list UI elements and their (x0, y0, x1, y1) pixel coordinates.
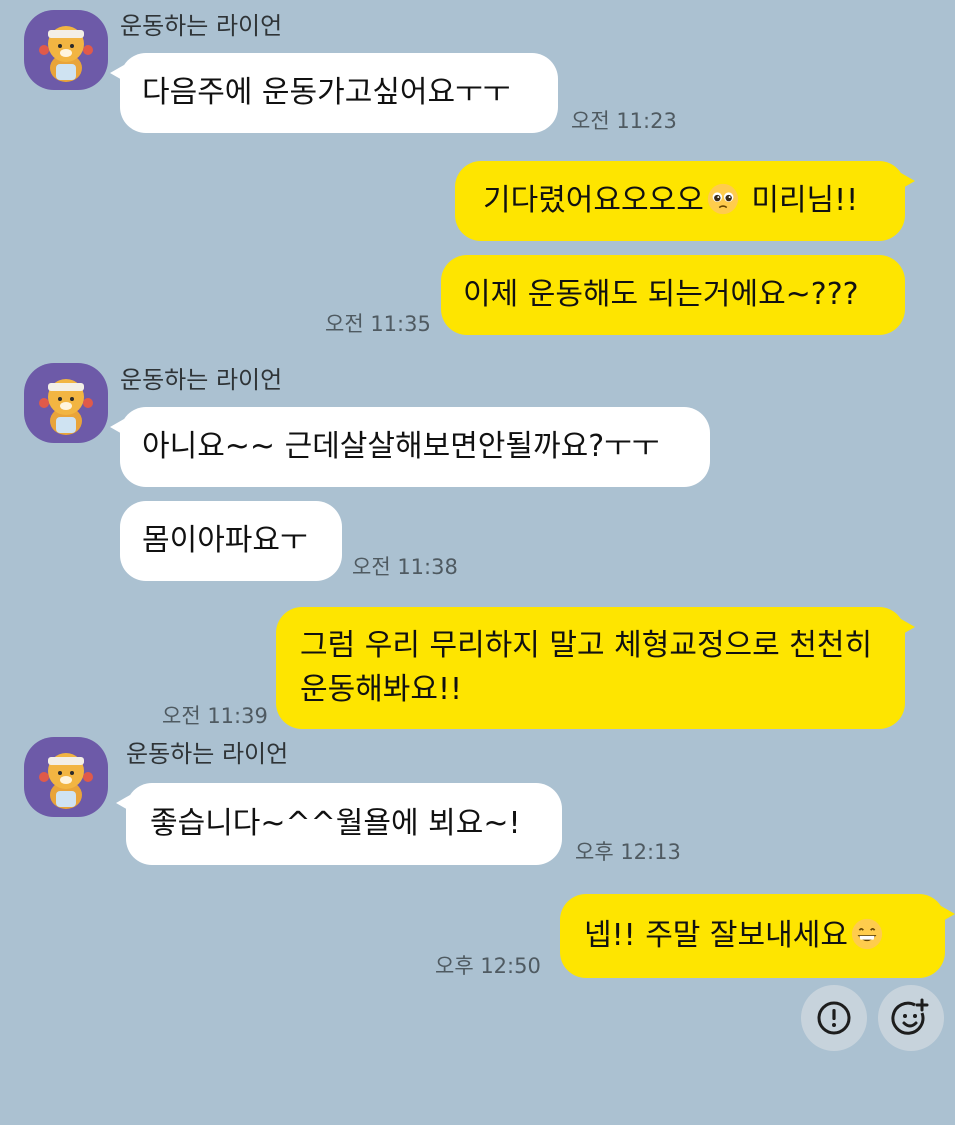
message-text: 미리님!! (741, 183, 859, 218)
message-bubble-incoming[interactable]: 다음주에 운동가고싶어요ㅜㅜ (110, 53, 558, 133)
lion-character-icon (39, 753, 93, 809)
message-bubble-outgoing[interactable]: 이제 운동해도 되는거에요~??? (441, 255, 905, 335)
message-text: 좋습니다~^^월욜에 뵈요~! (150, 806, 521, 841)
message-bubble-outgoing[interactable]: 그럼 우리 무리하지 말고 체형교정으로 천천히 운동해봐요!! (276, 607, 915, 729)
add-emoji-icon (891, 998, 929, 1035)
sender-name: 운동하는 라이언 (120, 12, 283, 40)
message-time: 오전 11:23 (571, 109, 677, 133)
message-time: 오전 11:38 (352, 555, 458, 579)
lion-character-icon (39, 26, 93, 82)
message-time: 오후 12:13 (575, 840, 681, 864)
avatar[interactable] (24, 737, 108, 817)
exclamation-circle-icon (817, 1001, 851, 1035)
message-text: 넵!! 주말 잘보내세요 (584, 918, 848, 953)
message-bubble-incoming[interactable]: 좋습니다~^^월욜에 뵈요~! (116, 783, 562, 865)
message-text: 몸이아파요ㅜ (142, 523, 308, 558)
message-time: 오전 11:39 (162, 704, 268, 728)
add-reaction-button[interactable] (878, 985, 944, 1051)
message-bubble-outgoing[interactable]: 넵!! 주말 잘보내세요 (560, 894, 955, 978)
message-text: 다음주에 운동가고싶어요ㅜㅜ (142, 75, 511, 110)
message-text: 아니요~~ 근데살살해보면안될까요?ㅜㅜ (142, 429, 660, 464)
sender-name: 운동하는 라이언 (120, 366, 283, 394)
report-button[interactable] (801, 985, 867, 1051)
avatar[interactable] (24, 363, 108, 443)
lion-character-icon (39, 379, 93, 435)
message-bubble-outgoing[interactable]: 기다렸어요오오오 미리님!! (455, 161, 915, 241)
message-bubble-incoming[interactable]: 아니요~~ 근데살살해보면안될까요?ㅜㅜ (110, 407, 710, 487)
message-time: 오전 11:35 (325, 312, 431, 336)
sender-name: 운동하는 라이언 (126, 740, 289, 768)
message-bubble-incoming[interactable]: 몸이아파요ㅜ (120, 501, 342, 581)
grinning-face-emoji (850, 917, 884, 951)
message-text: 기다렸어요오오오 (483, 183, 704, 218)
avatar[interactable] (24, 10, 108, 90)
pleading-face-emoji (706, 182, 740, 216)
message-text: 이제 운동해도 되는거에요~??? (463, 277, 859, 312)
message-text: 그럼 우리 무리하지 말고 체형교정으로 천천히 운동해봐요!! (300, 628, 873, 707)
message-time: 오후 12:50 (435, 954, 541, 978)
